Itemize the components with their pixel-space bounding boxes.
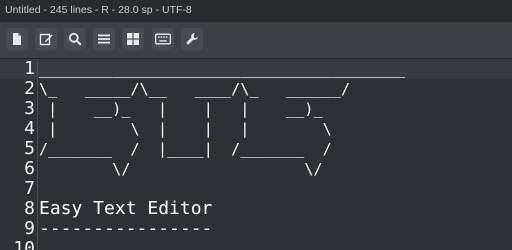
grid-icon xyxy=(126,32,140,46)
line-text: \/ \/ xyxy=(39,160,323,178)
editor-line[interactable]: 8 Easy Text Editor xyxy=(0,199,512,219)
editor-line[interactable]: 4 | \ | | | \ xyxy=(0,119,512,139)
line-number: 6 xyxy=(24,158,35,179)
editor-line[interactable]: 9 ---------------- xyxy=(0,219,512,239)
line-number: 2 xyxy=(24,78,35,99)
keyboard-button[interactable] xyxy=(152,28,174,50)
editor-line[interactable]: 6 \/ \/ xyxy=(0,159,512,179)
line-number: 3 xyxy=(24,98,35,119)
line-text: /_______ / |____| /_______ / xyxy=(39,140,332,158)
line-text: ________________________________________ xyxy=(39,60,406,78)
line-number: 5 xyxy=(24,138,35,159)
line-text: | \ | | | \ xyxy=(39,120,332,138)
new-file-button[interactable] xyxy=(6,28,28,50)
line-number: 8 xyxy=(24,198,35,219)
search-button[interactable] xyxy=(64,28,86,50)
status-bar: Untitled - 245 lines - R - 28.0 sp - UTF… xyxy=(0,0,512,22)
status-text: Untitled - 245 lines - R - 28.0 sp - UTF… xyxy=(5,4,192,16)
line-text: \_ _____/\__ ____/\_ ______/ xyxy=(39,80,351,98)
text-editor[interactable]: 1 ______________________________________… xyxy=(0,59,512,250)
line-number: 7 xyxy=(24,178,35,199)
grid-button[interactable] xyxy=(122,28,144,50)
line-text: Easy Text Editor xyxy=(39,198,213,219)
edit-button[interactable] xyxy=(35,28,57,50)
menu-button[interactable] xyxy=(93,28,115,50)
line-text: ---------------- xyxy=(39,218,213,239)
wrench-icon xyxy=(185,32,199,46)
menu-icon xyxy=(97,32,111,46)
line-number: 4 xyxy=(24,118,35,139)
editor-line[interactable]: 10 xyxy=(0,239,512,250)
settings-button[interactable] xyxy=(181,28,203,50)
line-number: 1 xyxy=(24,58,35,79)
line-number: 9 xyxy=(24,218,35,239)
app-window: Untitled - 245 lines - R - 28.0 sp - UTF… xyxy=(0,0,512,250)
editor-line[interactable]: 1 ______________________________________… xyxy=(0,59,512,79)
editor-line[interactable]: 3 | __)_ | | | __)_ xyxy=(0,99,512,119)
toolbar xyxy=(0,22,512,58)
new-file-icon xyxy=(10,32,24,46)
search-icon xyxy=(68,32,82,46)
line-number: 10 xyxy=(13,238,35,250)
line-text: | __)_ | | | __)_ xyxy=(39,100,323,118)
keyboard-icon xyxy=(155,33,171,45)
editor-line[interactable]: 2 \_ _____/\__ ____/\_ ______/ xyxy=(0,79,512,99)
edit-icon xyxy=(39,32,53,46)
editor-line[interactable]: 5 /_______ / |____| /_______ / xyxy=(0,139,512,159)
editor-line[interactable]: 7 xyxy=(0,179,512,199)
